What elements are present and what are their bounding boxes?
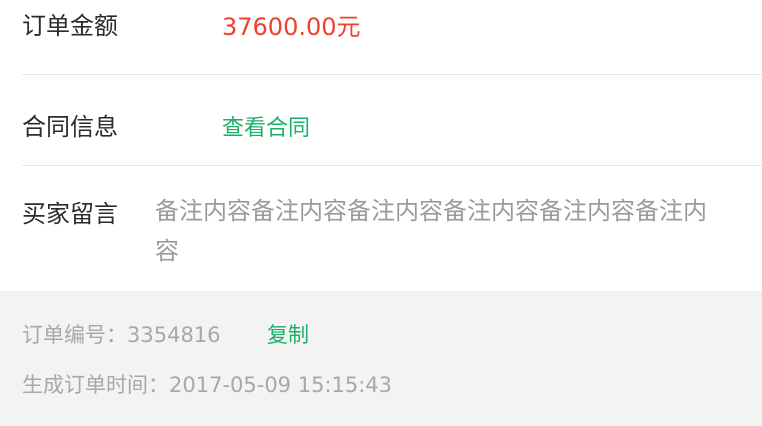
order-meta-footer: 订单编号：3354816 复制 生成订单时间：2017-05-09 15:15:… — [0, 291, 762, 426]
contract-info-row: 合同信息 查看合同 — [0, 75, 762, 166]
order-amount-label: 订单金额 — [22, 12, 118, 40]
order-number: 订单编号：3354816 — [22, 319, 221, 349]
order-detail-page: 订单金额 37600.00元 合同信息 查看合同 买家留言 备注内容备注内容备注… — [0, 0, 762, 426]
contract-info-label: 合同信息 — [22, 113, 118, 141]
order-number-label: 订单编号： — [22, 323, 127, 347]
order-created-time-value: 2017-05-09 15:15:43 — [169, 373, 393, 397]
order-number-value: 3354816 — [127, 323, 221, 347]
view-contract-link[interactable]: 查看合同 — [222, 110, 310, 142]
buyer-message-label: 买家留言 — [22, 200, 118, 228]
copy-order-number-button[interactable]: 复制 — [267, 319, 309, 349]
order-amount-row: 订单金额 37600.00元 — [0, 0, 762, 75]
order-created-time: 生成订单时间：2017-05-09 15:15:43 — [22, 369, 392, 399]
buyer-message-row: 买家留言 备注内容备注内容备注内容备注内容备注内容备注内容 — [0, 166, 762, 291]
order-amount-value: 37600.00元 — [222, 13, 361, 41]
order-created-time-label: 生成订单时间： — [22, 373, 169, 397]
buyer-message-text: 备注内容备注内容备注内容备注内容备注内容备注内容 — [155, 197, 707, 265]
